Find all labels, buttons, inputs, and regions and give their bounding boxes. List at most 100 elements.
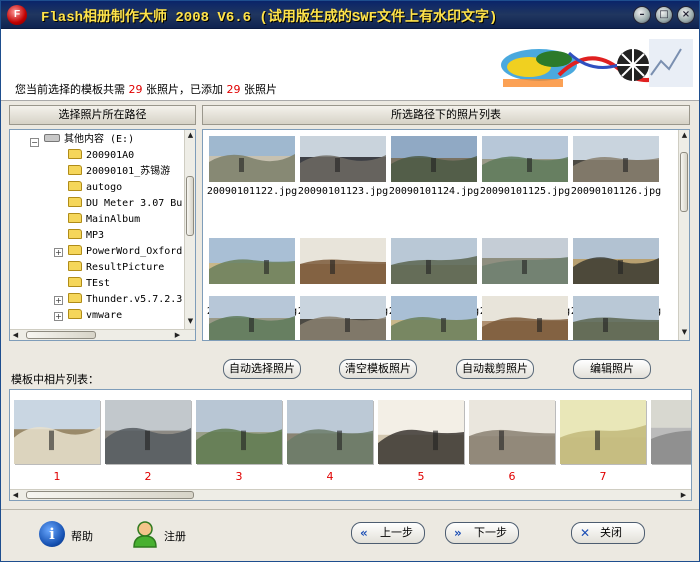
double-left-arrow-icon: « [360, 526, 368, 540]
folder-icon [68, 181, 82, 191]
help-link[interactable]: 帮助 [71, 528, 93, 544]
folder-icon [68, 245, 82, 255]
folder-item[interactable]: DU Meter 3.07 Bu [68, 196, 182, 212]
expand-icon[interactable]: + [54, 312, 63, 321]
folder-hscroll[interactable]: ◀ ▶ [10, 329, 195, 340]
scroll-up-icon[interactable]: ▲ [185, 130, 195, 141]
folder-item[interactable]: autogo [68, 180, 122, 196]
folder-item[interactable]: 200901A0 [68, 148, 134, 164]
template-photo-number: 1 [53, 470, 61, 483]
edit-photo-button[interactable]: 编辑照片 [573, 359, 651, 379]
photo-thumbnail[interactable] [482, 238, 568, 304]
collapse-icon[interactable]: − [30, 138, 39, 147]
folder-vscroll[interactable]: ▲ ▼ [184, 130, 195, 329]
scroll-up-icon[interactable]: ▲ [679, 130, 689, 141]
folder-icon [68, 197, 82, 207]
photo-thumbnail[interactable] [573, 296, 659, 340]
template-photo-thumbnail[interactable] [105, 400, 191, 464]
photo-thumbnail[interactable] [573, 238, 659, 304]
strip-hscroll[interactable]: ◀ ▶ [10, 489, 691, 500]
drive-icon [44, 134, 60, 142]
folder-item[interactable]: TEst [68, 276, 110, 292]
scroll-left-icon[interactable]: ◀ [10, 490, 21, 500]
scroll-right-icon[interactable]: ▶ [678, 490, 689, 500]
photo-thumbnail[interactable] [300, 136, 386, 182]
template-photo-thumbnail[interactable] [651, 400, 691, 464]
folder-item[interactable]: vmware [68, 308, 122, 324]
user-register-icon[interactable] [131, 519, 159, 549]
photo-thumbnail[interactable] [209, 238, 295, 304]
next-step-button[interactable]: » 下一步 [445, 522, 519, 544]
photo-thumbnail[interactable] [482, 136, 568, 182]
required-count: 29 [128, 83, 143, 96]
folder-icon [68, 165, 82, 175]
register-link[interactable]: 注册 [164, 528, 186, 544]
photo-thumbnail[interactable] [300, 238, 386, 304]
folder-item[interactable]: MainAlbum [68, 212, 140, 228]
photo-thumbnail[interactable] [573, 136, 659, 182]
prev-step-label: 上一步 [380, 526, 413, 539]
template-photo-number: 4 [326, 470, 334, 483]
clear-template-button[interactable]: 清空模板照片 [339, 359, 417, 379]
photo-list[interactable]: 20090101122.jpg 20090101123.jpg 20090101… [202, 129, 690, 341]
x-close-icon: ✕ [580, 526, 591, 540]
photo-thumbnail[interactable] [391, 296, 477, 340]
help-icon[interactable]: i [39, 521, 65, 547]
photo-vscroll-thumb[interactable] [680, 152, 688, 212]
drive-label: 其他内容 (E:) [64, 134, 135, 145]
template-photo-strip[interactable]: 1 2 3 4 5 6 7 ◀ ▶ [9, 389, 692, 501]
close-button[interactable]: ✕ 关闭 [571, 522, 645, 544]
template-photo-thumbnail[interactable] [14, 400, 100, 464]
template-photo-thumbnail[interactable] [560, 400, 646, 464]
photo-thumbnail[interactable] [300, 296, 386, 340]
expand-icon[interactable]: + [54, 296, 63, 305]
auto-select-button[interactable]: 自动选择照片 [223, 359, 301, 379]
folder-panel-title: 选择照片所在路径 [9, 105, 196, 125]
scroll-left-icon[interactable]: ◀ [10, 330, 21, 340]
folder-label: TEst [86, 278, 111, 289]
template-photo-thumbnail[interactable] [196, 400, 282, 464]
folder-item[interactable]: Thunder.v5.7.2.3 [68, 292, 182, 308]
folder-icon [68, 229, 82, 239]
scroll-down-icon[interactable]: ▼ [679, 327, 689, 338]
photo-filename: 20090101123.jpg [297, 186, 389, 197]
folder-label: ResultPicture [86, 262, 165, 273]
template-photo-thumbnail[interactable] [378, 400, 464, 464]
folder-label: 20090101_苏锡游 [86, 166, 171, 177]
folder-item[interactable]: ResultPicture [68, 260, 164, 276]
photo-thumbnail[interactable] [209, 136, 295, 182]
photo-vscroll[interactable]: ▲ ▼ [678, 130, 689, 340]
template-photo-thumbnail[interactable] [469, 400, 555, 464]
folder-item[interactable]: MP3 [68, 228, 104, 244]
folder-icon [68, 277, 82, 287]
folder-item[interactable]: 20090101_苏锡游 [68, 164, 170, 180]
maximize-icon[interactable]: □ [655, 6, 673, 24]
status-suffix: 张照片 [244, 83, 277, 96]
scroll-down-icon[interactable]: ▼ [185, 316, 195, 327]
decorative-banner [499, 35, 695, 91]
folder-tree[interactable]: − 其他内容 (E:) 200901A0 20090101_苏锡游autogo DU… [9, 129, 196, 341]
strip-hscroll-thumb[interactable] [26, 491, 194, 499]
title-bar[interactable]: F Flash相册制作大师 2008 V6.6 (试用版生成的SWF文件上有水印… [1, 1, 699, 29]
folder-label: autogo [86, 182, 123, 193]
expand-icon[interactable]: + [54, 248, 63, 257]
drive-item[interactable]: 其他内容 (E:) [44, 132, 134, 148]
minimize-icon[interactable]: – [633, 6, 651, 24]
photo-filename: 20090101126.jpg [570, 186, 662, 197]
photo-thumbnail[interactable] [391, 136, 477, 182]
photo-thumbnail[interactable] [482, 296, 568, 340]
template-photo-thumbnail[interactable] [287, 400, 373, 464]
photo-filename: 20090101124.jpg [388, 186, 480, 197]
prev-step-button[interactable]: « 上一步 [351, 522, 425, 544]
photo-thumbnail[interactable] [209, 296, 295, 340]
close-icon[interactable]: × [677, 6, 695, 24]
template-strip-label: 模板中相片列表： [11, 373, 99, 386]
folder-vscroll-thumb[interactable] [186, 176, 194, 236]
scroll-right-icon[interactable]: ▶ [172, 330, 183, 340]
auto-crop-button[interactable]: 自动裁剪照片 [456, 359, 534, 379]
folder-icon [68, 309, 82, 319]
footer-divider [1, 509, 699, 510]
photo-thumbnail[interactable] [391, 238, 477, 304]
folder-hscroll-thumb[interactable] [26, 331, 96, 339]
folder-item[interactable]: PowerWord_Oxford [68, 244, 182, 260]
